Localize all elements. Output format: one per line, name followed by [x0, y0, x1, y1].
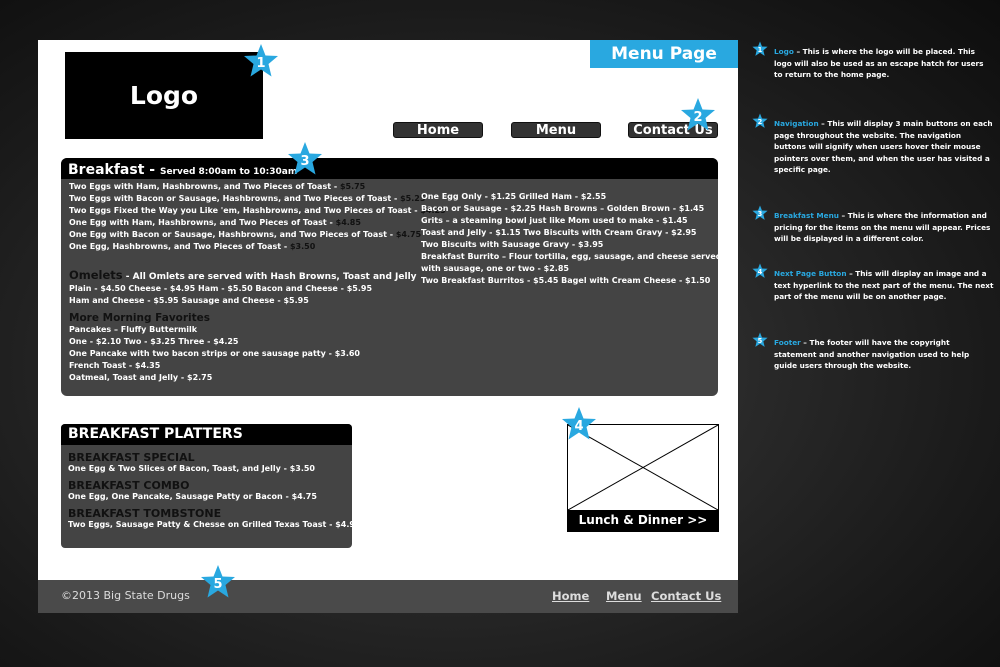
list-item: Two Breakfast Burritos - $5.45 Bagel wit…	[421, 276, 711, 285]
platter-desc: One Egg, One Pancake, Sausage Patty or B…	[68, 492, 317, 501]
wireframe-page: Menu Page Logo Home Menu Contact Us Brea…	[38, 40, 738, 613]
note-star-icon: 4	[752, 263, 768, 278]
platters-title: BREAKFAST PLATTERS	[61, 424, 352, 445]
annotation-note-navigation: Navigation – This will display 3 main bu…	[774, 119, 993, 174]
nav-home-button[interactable]: Home	[393, 122, 483, 138]
breakfast-menu-panel: Breakfast - Served 8:00am to 10:30am Two…	[61, 158, 718, 396]
platter-desc: One Egg & Two Slices of Bacon, Toast, an…	[68, 464, 315, 473]
svg-text:2: 2	[758, 118, 763, 126]
list-item: Two Eggs with Bacon or Sausage, Hashbrow…	[69, 194, 426, 203]
footer: ©2013 Big State Drugs Home Menu Contact …	[38, 580, 738, 613]
marker-star-icon: 5	[201, 565, 235, 598]
copyright-text: ©2013 Big State Drugs	[61, 589, 190, 602]
nav-menu-button[interactable]: Menu	[511, 122, 601, 138]
platter-desc: Two Eggs, Sausage Patty & Chesse on Gril…	[68, 520, 352, 529]
list-item: Breakfast Burrito – Flour tortilla, egg,…	[421, 252, 718, 261]
note-star-icon: 2	[752, 113, 768, 128]
list-item: Two Eggs Fixed the Way you Like 'em, Has…	[69, 206, 446, 215]
marker-star-icon: 3	[288, 142, 322, 175]
list-item: Two Biscuits with Sausage Gravy - $3.95	[421, 240, 604, 249]
note-star-icon: 5	[752, 332, 768, 347]
next-page-button[interactable]: Lunch & Dinner >>	[568, 510, 718, 531]
list-item: One Egg with Ham, Hashbrowns, and Two Pi…	[69, 218, 361, 227]
annotation-note-next-page: Next Page Button – This will display an …	[774, 269, 994, 301]
breakfast-right-list: One Egg Only - $1.25 Grilled Ham - $2.55…	[421, 191, 718, 287]
breakfast-served-hours: Served 8:00am to 10:30am	[159, 167, 298, 177]
omelets-desc: - All Omlets are served with Hash Browns…	[122, 272, 417, 282]
list-item: Toast and Jelly - $1.15 Two Biscuits wit…	[421, 228, 697, 237]
list-item: Oatmeal, Toast and Jelly - $2.75	[69, 373, 213, 382]
page-title-tab: Menu Page	[590, 40, 738, 68]
annotation-note-logo: Logo – This is where the logo will be pl…	[774, 47, 984, 79]
list-item: Plain - $4.50 Cheese - $4.95 Ham - $5.50…	[69, 284, 373, 293]
annotation-note-footer: Footer – The footer will have the copyri…	[774, 338, 970, 370]
annotation-note-breakfast-menu: Breakfast Menu – This is where the infor…	[774, 211, 991, 243]
footer-home-link[interactable]: Home	[552, 589, 589, 603]
platter-name: BREAKFAST SPECIAL	[68, 451, 195, 464]
list-item: Bacon or Sausage - $2.25 Hash Browns – G…	[421, 204, 705, 213]
list-item: with sausage, one or two - $2.85	[421, 264, 569, 273]
list-item: Two Eggs with Ham, Hashbrowns, and Two P…	[69, 182, 366, 191]
omelets-title: Omelets	[69, 268, 123, 282]
footer-menu-link[interactable]: Menu	[606, 589, 642, 603]
platter-name: BREAKFAST TOMBSTONE	[68, 507, 222, 520]
marker-number: 4	[574, 419, 583, 434]
svg-text:3: 3	[758, 210, 763, 218]
platter-name: BREAKFAST COMBO	[68, 479, 190, 492]
breakfast-left-list: Two Eggs with Ham, Hashbrowns, and Two P…	[69, 181, 446, 253]
list-item: One Pancake with two bacon strips or one…	[69, 349, 360, 358]
marker-star-icon: 4	[562, 407, 596, 440]
omelets-section: Omelets - All Omlets are served with Has…	[69, 264, 417, 307]
note-star-icon: 1	[752, 41, 768, 56]
marker-number: 5	[213, 577, 222, 592]
breakfast-platters-panel: BREAKFAST PLATTERS BREAKFAST SPECIAL One…	[61, 424, 352, 548]
marker-number: 2	[693, 110, 702, 125]
breakfast-header: Breakfast - Served 8:00am to 10:30am	[61, 158, 718, 179]
list-item: One Egg Only - $1.25 Grilled Ham - $2.55	[421, 192, 607, 201]
list-item: One Egg with Bacon or Sausage, Hashbrown…	[69, 230, 422, 239]
more-favorites-section: More Morning Favorites Pancakes – Fluffy…	[69, 312, 360, 384]
list-item: French Toast - $4.35	[69, 361, 161, 370]
logo[interactable]: Logo	[65, 52, 263, 139]
marker-star-icon: 1	[244, 44, 278, 77]
svg-text:1: 1	[758, 46, 763, 54]
breakfast-title-dash: -	[144, 162, 160, 178]
svg-text:4: 4	[758, 268, 763, 276]
platters-list: BREAKFAST SPECIAL One Egg & Two Slices o…	[68, 451, 352, 529]
list-item: One - $2.10 Two - $3.25 Three - $4.25	[69, 337, 239, 346]
marker-star-icon: 2	[681, 98, 715, 131]
marker-number: 3	[300, 154, 309, 169]
breakfast-title: Breakfast	[68, 162, 145, 178]
list-item: Ham and Cheese - $5.95 Sausage and Chees…	[69, 296, 309, 305]
more-favorites-title: More Morning Favorites	[69, 312, 211, 324]
footer-contact-link[interactable]: Contact Us	[651, 589, 721, 603]
note-star-icon: 3	[752, 205, 768, 220]
marker-number: 1	[256, 56, 265, 71]
list-item: Grits – a steaming bowl just like Mom us…	[421, 216, 688, 225]
list-item: One Egg, Hashbrowns, and Two Pieces of T…	[69, 242, 316, 251]
list-item: Pancakes – Fluffy Buttermilk	[69, 325, 198, 334]
svg-text:5: 5	[758, 337, 763, 345]
